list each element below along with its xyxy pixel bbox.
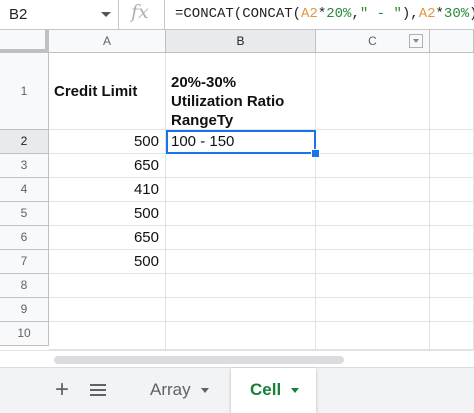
horizontal-scrollbar[interactable] (0, 350, 474, 368)
cell-a9[interactable] (49, 298, 166, 322)
cell-b1[interactable]: 20%-30% Utilization Ratio RangeTy (166, 53, 316, 130)
cell-a8[interactable] (49, 274, 166, 298)
name-box[interactable]: B2 (0, 0, 119, 29)
cell-b4[interactable] (166, 178, 316, 202)
cell-b3[interactable] (166, 154, 316, 178)
formula-input[interactable]: =CONCAT(CONCAT(A2*20%," - "),A2*30%) (175, 6, 474, 22)
cell-c2[interactable] (316, 130, 430, 154)
divider (164, 0, 165, 29)
cell-c1[interactable] (316, 53, 430, 130)
row-header-6[interactable]: 6 (0, 226, 49, 250)
column-header-d[interactable] (430, 30, 474, 53)
sheet-tab-bar: + Array Cell (0, 367, 474, 413)
cell-a2[interactable]: 500 (49, 130, 166, 154)
cell-d4[interactable] (430, 178, 474, 202)
cell-d8[interactable] (430, 274, 474, 298)
cell-b2[interactable]: 100 - 150 (166, 130, 316, 154)
cell-b5[interactable] (166, 202, 316, 226)
row-header-10[interactable]: 10 (0, 322, 49, 346)
chevron-down-icon[interactable] (291, 388, 300, 394)
cell-c8[interactable] (316, 274, 430, 298)
cell-d10[interactable] (430, 322, 474, 350)
cell-a6[interactable]: 650 (49, 226, 166, 250)
row-header-3[interactable]: 3 (0, 154, 49, 178)
cell-c4[interactable] (316, 178, 430, 202)
cell-b8[interactable] (166, 274, 316, 298)
cell-a3[interactable]: 650 (49, 154, 166, 178)
cell-b6[interactable] (166, 226, 316, 250)
cell-a5[interactable]: 500 (49, 202, 166, 226)
row-header-4[interactable]: 4 (0, 178, 49, 202)
cell-a7[interactable]: 500 (49, 250, 166, 274)
chevron-down-icon[interactable] (200, 388, 209, 394)
column-menu-button[interactable] (409, 34, 423, 48)
fill-handle[interactable] (311, 149, 320, 158)
sheet-tab-array[interactable]: Array (150, 368, 209, 413)
cell-c5[interactable] (316, 202, 430, 226)
cell-d6[interactable] (430, 226, 474, 250)
cell-d3[interactable] (430, 154, 474, 178)
row-header-1[interactable]: 1 (0, 53, 49, 130)
cell-d9[interactable] (430, 298, 474, 322)
cell-c9[interactable] (316, 298, 430, 322)
chevron-down-icon[interactable] (101, 12, 111, 17)
cell-c3[interactable] (316, 154, 430, 178)
all-sheets-menu-icon[interactable] (90, 384, 106, 399)
divider (118, 0, 119, 29)
add-sheet-button[interactable]: + (55, 376, 69, 404)
row-header-2[interactable]: 2 (0, 130, 49, 154)
sheet-tab-cell[interactable]: Cell (231, 368, 316, 413)
select-all-corner[interactable] (0, 30, 49, 53)
cell-reference: B2 (9, 6, 28, 23)
sheet-tab-label: Cell (250, 380, 282, 399)
row-header-5[interactable]: 5 (0, 202, 49, 226)
cell-b10[interactable] (166, 322, 316, 350)
cell-d2[interactable] (430, 130, 474, 154)
cell-c6[interactable] (316, 226, 430, 250)
fx-icon: fx (131, 1, 149, 23)
row-header-7[interactable]: 7 (0, 250, 49, 274)
row-header-8[interactable]: 8 (0, 274, 49, 298)
cell-d1[interactable] (430, 53, 474, 130)
cell-b9[interactable] (166, 298, 316, 322)
row-header-9[interactable]: 9 (0, 298, 49, 322)
scrollbar-thumb[interactable] (54, 356, 344, 364)
column-header-b[interactable]: B (166, 30, 316, 53)
cell-a4[interactable]: 410 (49, 178, 166, 202)
cell-a10[interactable] (49, 322, 166, 350)
cell-c7[interactable] (316, 250, 430, 274)
cell-d7[interactable] (430, 250, 474, 274)
sheet-tab-label: Array (150, 380, 191, 399)
cell-c10[interactable] (316, 322, 430, 350)
cell-d5[interactable] (430, 202, 474, 226)
column-header-a[interactable]: A (49, 30, 166, 53)
cell-a1[interactable]: Credit Limit (49, 53, 166, 130)
cell-b7[interactable] (166, 250, 316, 274)
formula-bar: B2 fx =CONCAT(CONCAT(A2*20%," - "),A2*30… (0, 0, 474, 30)
